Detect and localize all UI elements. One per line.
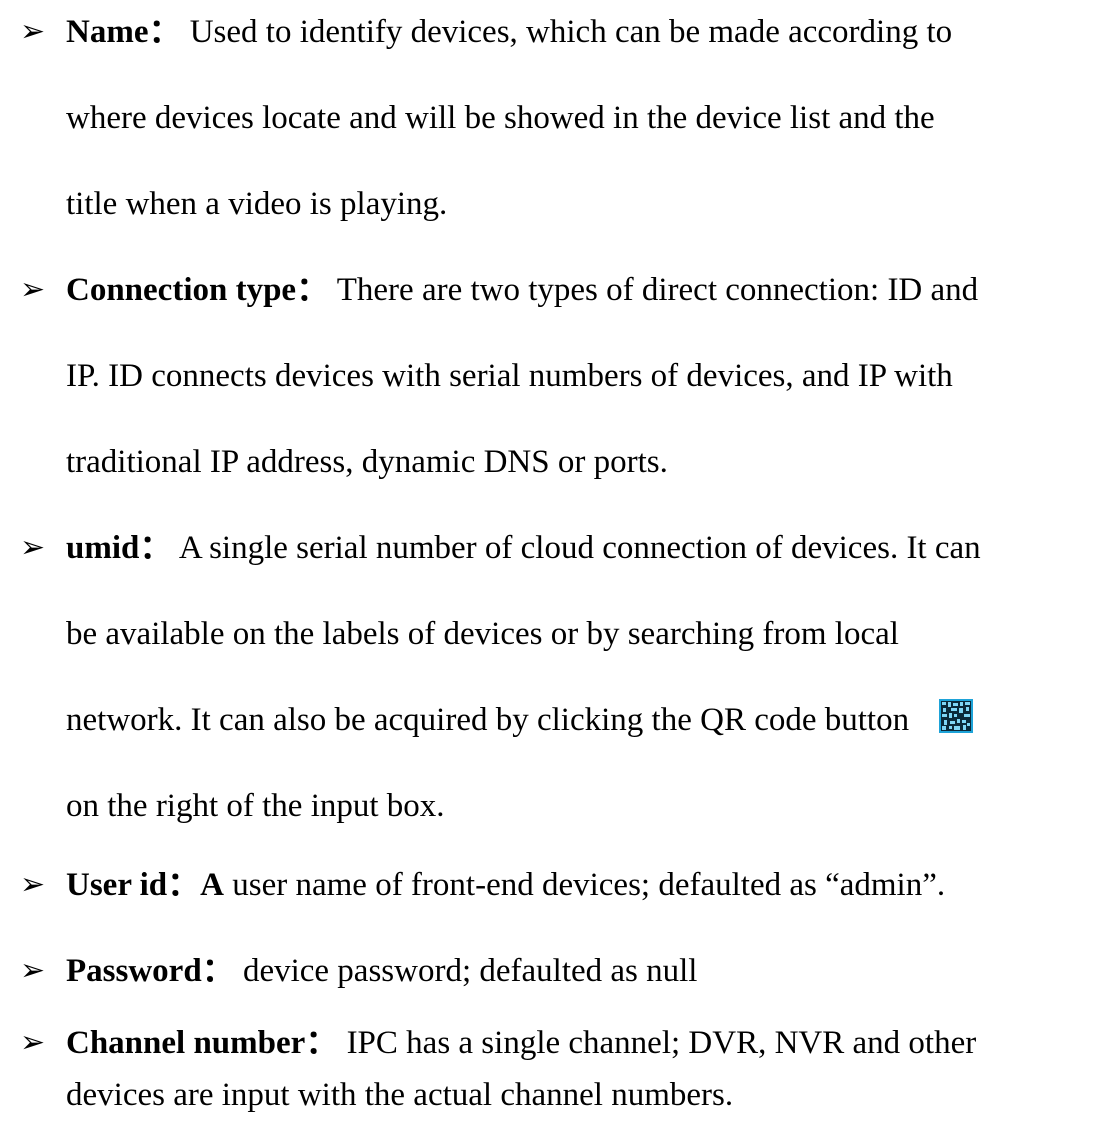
bullet-arrow-icon: ➢ (20, 530, 46, 565)
qr-code-icon (939, 699, 974, 733)
list-item-line: Connection type： There are two types of … (66, 258, 978, 322)
list-item-line: Password： device password; defaulted as … (66, 939, 697, 1003)
term-connection-type: Connection type： (66, 272, 330, 308)
term-channel-number: Channel number： (66, 1025, 339, 1061)
bullet-arrow-icon: ➢ (20, 953, 46, 988)
bullet-arrow-icon: ➢ (20, 272, 46, 307)
list-item-line: umid： A single serial number of cloud co… (66, 516, 981, 580)
description-text: A single serial number of cloud connecti… (178, 530, 981, 566)
list-item-line: title when a video is playing. (66, 186, 448, 222)
list-item-line: Name： Used to identify devices, which ca… (66, 0, 952, 64)
bullet-arrow-icon: ➢ (20, 1025, 46, 1060)
list-item-line: on the right of the input box. (66, 788, 445, 824)
description-text: network. It can also be acquired by clic… (66, 702, 910, 738)
list-item-line: network. It can also be acquired by clic… (66, 688, 974, 752)
list-item-line: User id：A user name of front-end devices… (66, 853, 945, 917)
term-umid: umid： (66, 530, 173, 566)
list-item-line: IP. ID connects devices with serial numb… (66, 358, 953, 394)
list-item-line: where devices locate and will be showed … (66, 100, 935, 136)
description-text: IPC has a single channel; DVR, NVR and o… (346, 1025, 977, 1061)
bullet-arrow-icon: ➢ (20, 14, 46, 49)
bullet-arrow-icon: ➢ (20, 867, 46, 902)
description-text: user name of front-end devices; defaulte… (224, 867, 946, 903)
document-page: ➢ Name： Used to identify devices, which … (0, 0, 1120, 1124)
term-user-id: User id：A (66, 867, 224, 903)
term-password: Password： (66, 953, 235, 989)
description-text: There are two types of direct connection… (336, 272, 979, 308)
list-item-line: traditional IP address, dynamic DNS or p… (66, 444, 668, 480)
term-name: Name： (66, 14, 182, 50)
description-text: device password; defaulted as null (242, 953, 698, 989)
description-text: Used to identify devices, which can be m… (189, 14, 953, 50)
list-item-line: be available on the labels of devices or… (66, 616, 899, 652)
list-item-line: devices are input with the actual channe… (66, 1077, 734, 1113)
